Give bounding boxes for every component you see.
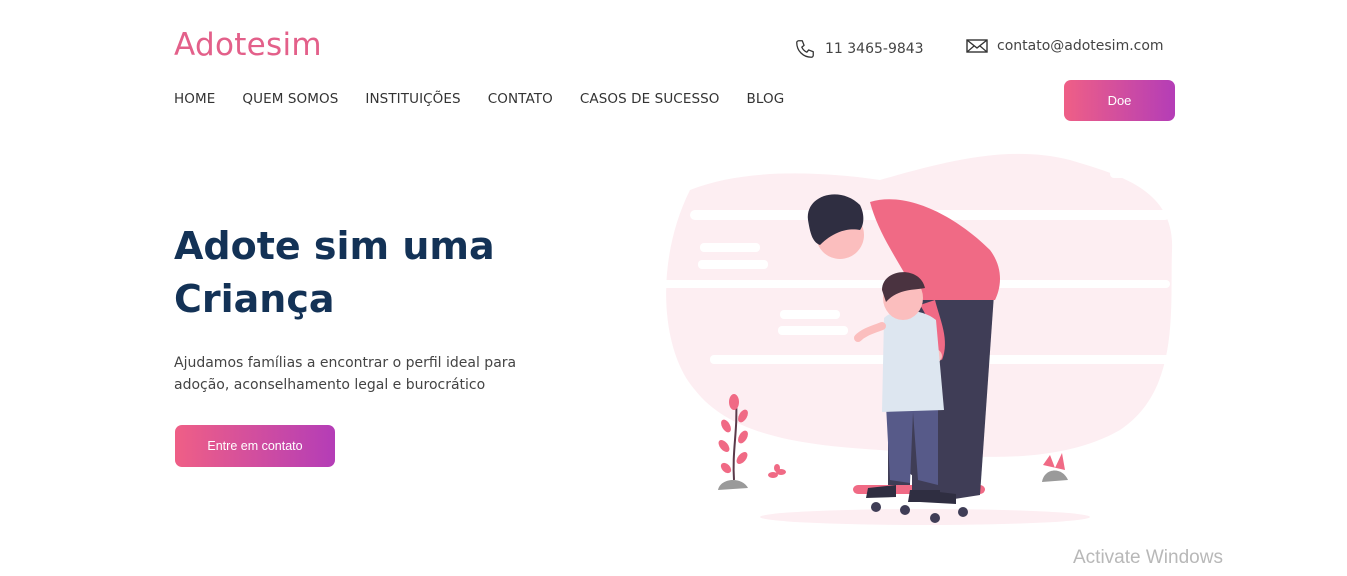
nav-item-instituicoes[interactable]: INSTITUIÇÕES <box>365 91 460 107</box>
activate-windows-watermark: Activate Windows <box>1073 547 1223 568</box>
nav-item-contato[interactable]: CONTATO <box>488 91 553 107</box>
nav-item-quem-somos[interactable]: QUEM SOMOS <box>242 91 338 107</box>
hero-title-line-2: Criança <box>174 277 335 321</box>
nav-item-casos-de-sucesso[interactable]: CASOS DE SUCESSO <box>580 91 720 107</box>
brand-logo[interactable]: Adotesim <box>174 27 322 63</box>
header-phone[interactable]: 11 3465-9843 <box>794 38 924 60</box>
donate-button[interactable]: Doe <box>1064 80 1175 121</box>
nav-item-home[interactable]: HOME <box>174 91 215 107</box>
phone-icon <box>796 40 814 58</box>
mail-icon <box>966 39 988 53</box>
hero-title-line-1: Adote sim uma <box>174 224 495 268</box>
email-address: contato@adotesim.com <box>997 38 1164 54</box>
main-nav: HOME QUEM SOMOS INSTITUIÇÕES CONTATO CAS… <box>174 91 811 107</box>
ground-shadow <box>760 509 1090 525</box>
hero-illustration <box>660 153 1173 525</box>
phone-number: 11 3465-9843 <box>825 41 924 57</box>
hero-title: Adote sim uma Criança <box>174 220 594 326</box>
nav-item-blog[interactable]: BLOG <box>747 91 785 107</box>
hero-subtitle-line-1: Ajudamos famílias a encontrar o perfil i… <box>174 355 517 371</box>
hero-subtitle-line-2: adoção, aconselhamento legal e burocráti… <box>174 377 486 393</box>
header-email[interactable]: contato@adotesim.com <box>966 38 1164 54</box>
contact-cta-button[interactable]: Entre em contato <box>175 425 335 467</box>
small-flower <box>768 464 786 478</box>
hero-subtitle: Ajudamos famílias a encontrar o perfil i… <box>174 352 554 396</box>
plant-right <box>1042 453 1068 482</box>
